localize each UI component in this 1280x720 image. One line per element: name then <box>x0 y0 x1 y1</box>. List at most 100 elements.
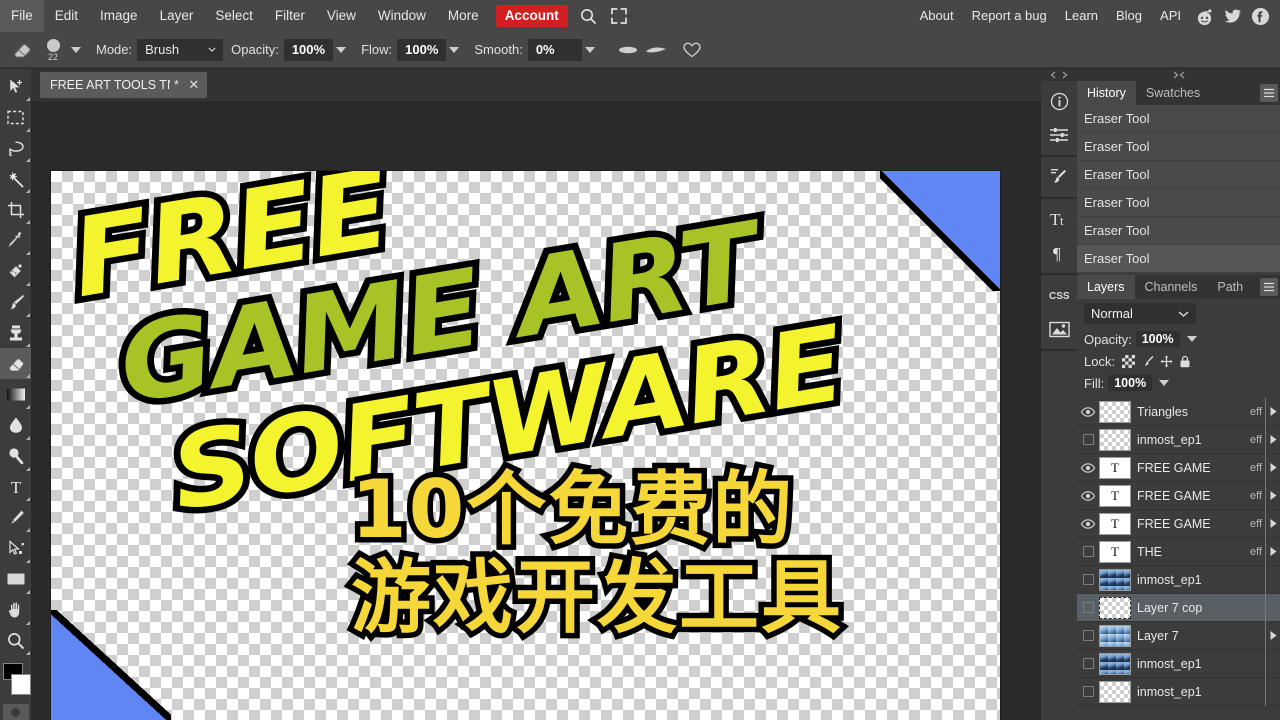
layer-effects-label[interactable]: eff <box>1250 434 1265 446</box>
heart-icon[interactable] <box>680 39 704 61</box>
layer-effects-label[interactable]: eff <box>1250 546 1265 558</box>
eye-hidden-icon[interactable] <box>1077 538 1099 566</box>
eraser-icon[interactable] <box>6 35 38 65</box>
adjustments-icon[interactable] <box>1041 118 1077 152</box>
eye-hidden-icon[interactable] <box>1077 594 1099 622</box>
expand-arrow-icon[interactable] <box>1266 462 1280 473</box>
eye-hidden-icon[interactable] <box>1077 622 1099 650</box>
info-icon[interactable] <box>1041 84 1077 118</box>
layer-thumbnail[interactable] <box>1099 596 1131 619</box>
menu-file[interactable]: File <box>0 0 44 32</box>
expand-arrow-icon[interactable] <box>1266 518 1280 529</box>
flow-value[interactable]: 100% <box>397 38 447 61</box>
layer-thumbnail[interactable]: T <box>1099 512 1131 535</box>
pressure-icon[interactable] <box>644 39 668 61</box>
zoom-tool[interactable] <box>0 626 31 657</box>
history-panel-menu-hamburger-icon[interactable] <box>1260 84 1278 102</box>
eyedropper-tool[interactable] <box>0 225 31 256</box>
eye-hidden-icon[interactable] <box>1077 650 1099 678</box>
layer-thumbnail[interactable]: T <box>1099 456 1131 479</box>
smooth-chevron-down-icon[interactable] <box>584 46 595 53</box>
history-item[interactable]: Eraser Tool <box>1077 161 1280 189</box>
eye-hidden-icon[interactable] <box>1077 678 1099 706</box>
eye-visible-icon[interactable] <box>1077 454 1099 482</box>
background-color-swatch[interactable] <box>11 674 31 696</box>
layer-thumbnail[interactable]: T <box>1099 540 1131 563</box>
layer-thumbnail[interactable] <box>1099 400 1131 423</box>
brush-size-preview[interactable]: 22 <box>38 35 68 65</box>
panel-collapse-handle[interactable] <box>1077 69 1280 81</box>
crop-tool[interactable] <box>0 194 31 225</box>
menu-api[interactable]: API <box>1151 0 1190 32</box>
image-panel-icon[interactable] <box>1041 312 1077 346</box>
layer-effects-label[interactable]: eff <box>1250 518 1265 530</box>
layer-row[interactable]: inmost_ep1 eff <box>1077 425 1280 454</box>
layer-row[interactable]: T FREE GAME eff <box>1077 509 1280 538</box>
opacity-chevron-down-icon[interactable] <box>336 46 347 53</box>
document-tab[interactable]: FREE ART TOOLS TN.p * ✕ <box>40 72 207 98</box>
blend-mode-select[interactable]: Normal <box>1084 303 1196 324</box>
account-button[interactable]: Account <box>495 5 568 27</box>
gradient-tool[interactable] <box>0 379 31 410</box>
layer-effects-label[interactable]: eff <box>1250 406 1265 418</box>
eye-hidden-icon[interactable] <box>1077 566 1099 594</box>
healing-tool[interactable] <box>0 256 31 287</box>
pen-tool[interactable] <box>0 502 31 533</box>
fullscreen-icon[interactable] <box>604 0 634 32</box>
tab-history[interactable]: History <box>1077 81 1136 105</box>
menu-filter[interactable]: Filter <box>264 0 316 32</box>
color-swatches[interactable] <box>0 660 31 700</box>
history-list[interactable]: Eraser Tool Eraser Tool Eraser Tool Eras… <box>1077 105 1280 273</box>
shape-tool[interactable] <box>0 564 31 595</box>
layer-thumbnail[interactable] <box>1099 680 1131 703</box>
menu-edit[interactable]: Edit <box>44 0 89 32</box>
eye-visible-icon[interactable] <box>1077 510 1099 538</box>
lock-pixels-icon[interactable] <box>1141 355 1154 368</box>
layer-row[interactable]: inmost_ep1 <box>1077 649 1280 678</box>
layer-row[interactable]: inmost_ep1 <box>1077 677 1280 706</box>
history-item[interactable]: Eraser Tool <box>1077 217 1280 245</box>
layer-thumbnail[interactable] <box>1099 652 1131 675</box>
history-item-selected[interactable]: Eraser Tool <box>1077 245 1280 273</box>
layer-effects-label[interactable]: eff <box>1250 462 1265 474</box>
tab-channels[interactable]: Channels <box>1135 275 1208 299</box>
opacity-value[interactable]: 100% <box>283 38 334 61</box>
flow-chevron-down-icon[interactable] <box>449 46 460 53</box>
css-icon[interactable]: CSS <box>1041 278 1077 312</box>
reddit-icon[interactable] <box>1190 0 1218 32</box>
layer-row[interactable]: T FREE GAME eff <box>1077 453 1280 482</box>
lasso-tool[interactable] <box>0 133 31 164</box>
tab-path[interactable]: Path <box>1207 275 1263 299</box>
layer-thumbnail[interactable] <box>1099 568 1131 591</box>
mode-select[interactable]: Brush <box>137 38 224 61</box>
dodge-tool[interactable] <box>0 441 31 472</box>
tab-swatches[interactable]: Swatches <box>1136 81 1210 105</box>
layer-row[interactable]: inmost_ep1 <box>1077 565 1280 594</box>
tab-layers[interactable]: Layers <box>1077 275 1135 299</box>
brush-panel-icon[interactable] <box>1041 160 1077 194</box>
search-icon[interactable] <box>574 0 604 32</box>
clone-stamp-tool[interactable] <box>0 318 31 349</box>
eye-hidden-icon[interactable] <box>1077 426 1099 454</box>
expand-arrow-icon[interactable] <box>1266 406 1280 417</box>
menu-view[interactable]: View <box>316 0 367 32</box>
path-select-tool[interactable] <box>0 533 31 564</box>
lock-all-icon[interactable] <box>1179 355 1191 368</box>
menu-select[interactable]: Select <box>204 0 264 32</box>
expand-arrow-icon[interactable] <box>1266 490 1280 501</box>
history-item[interactable]: Eraser Tool <box>1077 133 1280 161</box>
expand-arrow-icon[interactable] <box>1266 546 1280 557</box>
menu-blog[interactable]: Blog <box>1107 0 1151 32</box>
airbrush-icon[interactable] <box>616 39 640 61</box>
eye-visible-icon[interactable] <box>1077 398 1099 426</box>
brush-tool[interactable] <box>0 287 31 318</box>
close-icon[interactable]: ✕ <box>187 77 201 93</box>
history-item[interactable]: Eraser Tool <box>1077 105 1280 133</box>
layer-list[interactable]: Triangles eff inmost_ep1 eff T FREE GAME eff T F… <box>1077 397 1280 706</box>
fill-chevron-down-icon[interactable] <box>1159 380 1170 386</box>
layer-row[interactable]: Layer 7 <box>1077 621 1280 650</box>
layer-opacity-value[interactable]: 100% <box>1135 331 1180 347</box>
document-canvas[interactable]: FREE GAME ART SOFTWARE 10个免费的 游戏开发工具 <box>50 170 1001 720</box>
layer-effects-label[interactable]: eff <box>1250 490 1265 502</box>
layer-thumbnail[interactable] <box>1099 624 1131 647</box>
